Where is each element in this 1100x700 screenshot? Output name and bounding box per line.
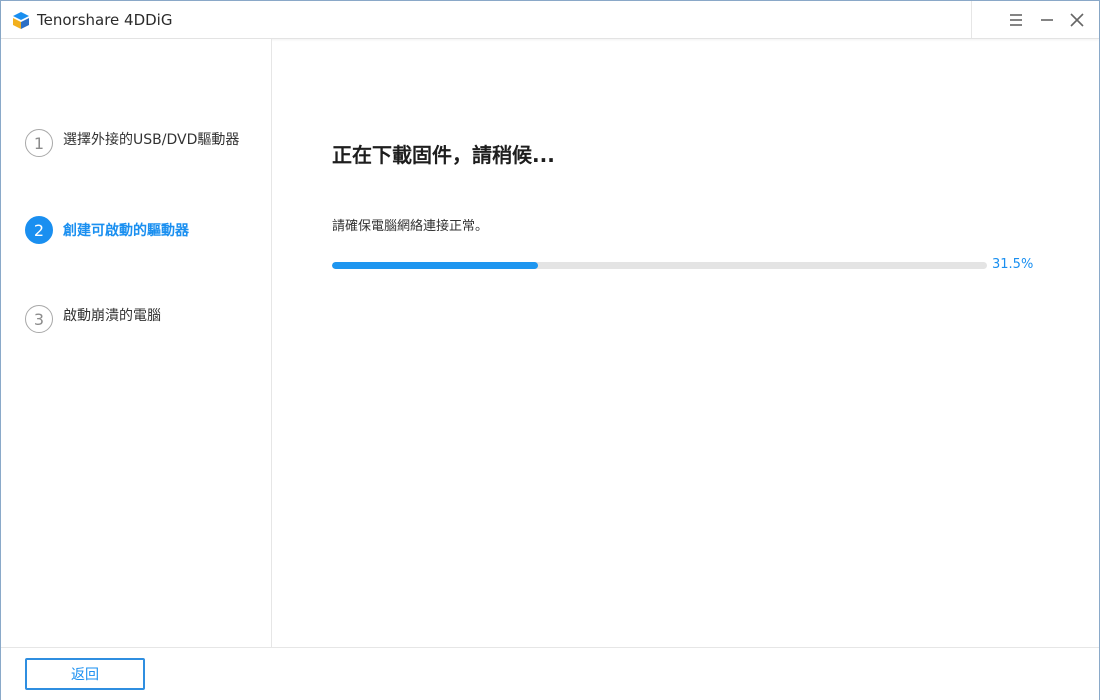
menu-icon[interactable] [1006, 10, 1026, 30]
step-number: 1 [25, 129, 53, 157]
step-create-bootable-drive: 2 創建可啟動的驅動器 [25, 215, 189, 245]
page-title: 正在下載固件，請稍候... [332, 143, 555, 167]
minimize-icon[interactable] [1037, 10, 1057, 30]
app-window: Tenorshare 4DDiG 1 選擇外接的USB/DVD驅動器 2 創建可… [0, 0, 1100, 700]
download-progress-bar [332, 262, 987, 269]
progress-percent: 31.5% [992, 257, 1034, 272]
step-label: 啟動崩潰的電腦 [63, 308, 161, 324]
step-number: 3 [25, 305, 53, 333]
footer-bar: 返回 [1, 647, 1099, 700]
steps-sidebar: 1 選擇外接的USB/DVD驅動器 2 創建可啟動的驅動器 3 啟動崩潰的電腦 [1, 39, 272, 647]
logo-icon [13, 12, 29, 29]
step-label: 選擇外接的USB/DVD驅動器 [63, 132, 240, 148]
status-message: 請確保電腦網絡連接正常。 [332, 219, 489, 234]
step-boot-crashed-pc: 3 啟動崩潰的電腦 [25, 304, 161, 334]
back-button[interactable]: 返回 [25, 658, 145, 690]
step-select-drive: 1 選擇外接的USB/DVD驅動器 [25, 128, 239, 158]
step-label: 創建可啟動的驅動器 [63, 223, 189, 239]
title-separator [971, 1, 972, 38]
progress-fill [332, 262, 539, 269]
title-bar: Tenorshare 4DDiG [1, 1, 1099, 39]
step-number: 2 [25, 216, 53, 244]
close-icon[interactable] [1067, 10, 1087, 30]
app-title: Tenorshare 4DDiG [37, 11, 173, 29]
main-content: 正在下載固件，請稍候... 請確保電腦網絡連接正常。 31.5% [272, 39, 1099, 647]
